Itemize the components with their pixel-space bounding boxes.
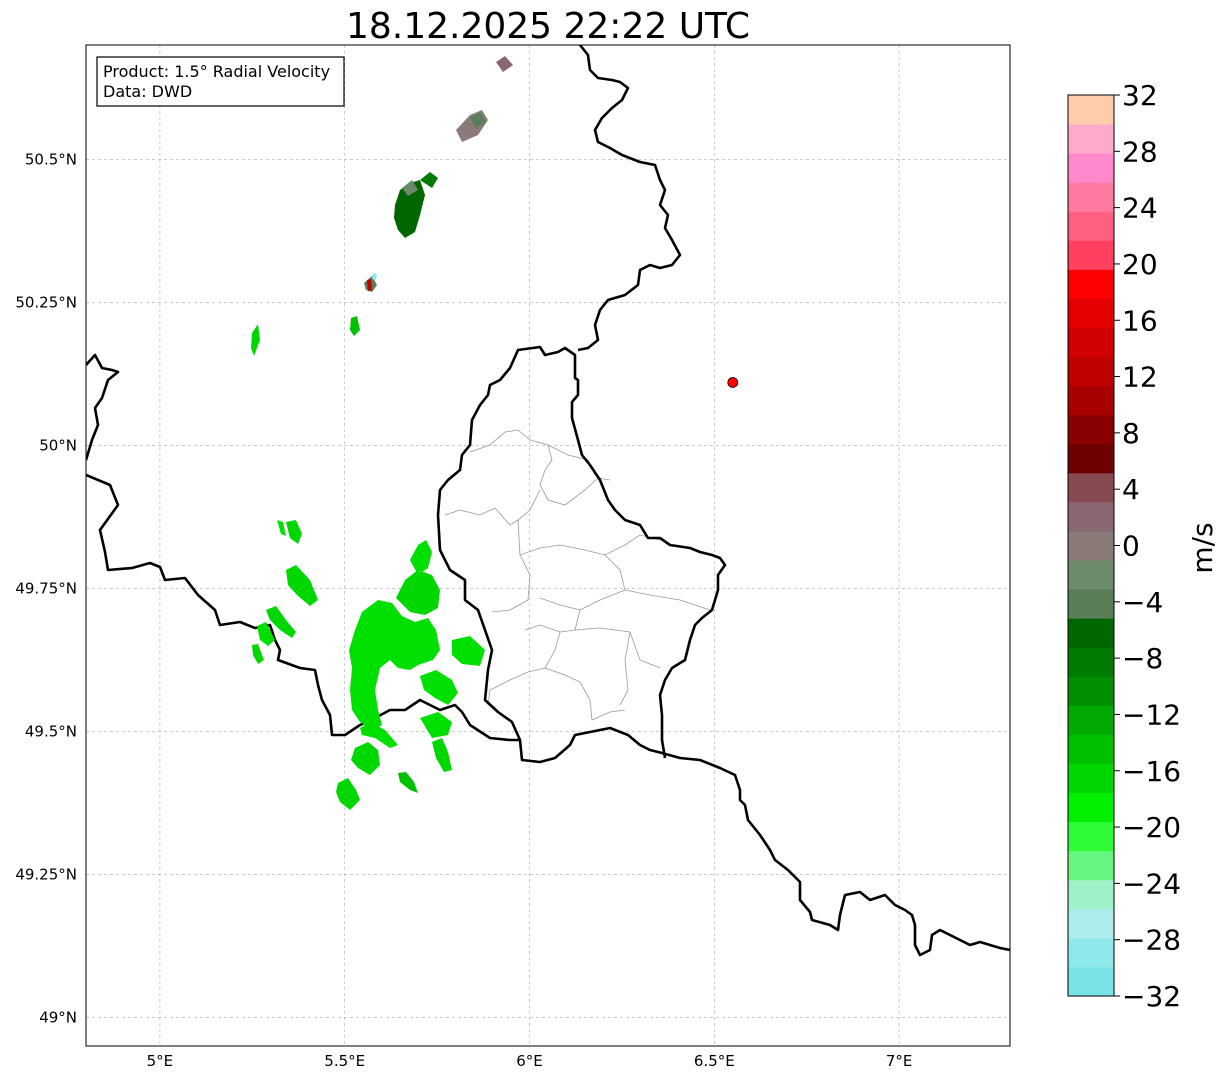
colorbar-segment — [1068, 443, 1114, 474]
colorbar-segment — [1068, 618, 1114, 648]
lat-tick-label: 50.5°N — [25, 150, 77, 168]
colorbar-segment — [1068, 908, 1114, 939]
colorbar-segment — [1068, 821, 1114, 852]
lat-tick-label: 49.25°N — [15, 865, 77, 883]
colorbar-segment — [1068, 240, 1114, 270]
colorbar-tick-label: 20 — [1122, 248, 1158, 281]
colorbar-segment — [1068, 327, 1114, 358]
colorbar-tick-label: 8 — [1122, 417, 1140, 450]
colorbar-tick-label: −12 — [1122, 698, 1181, 731]
map-area[interactable] — [85, 44, 1011, 1047]
lon-tick-label: 5.5°E — [324, 1052, 365, 1070]
colorbar-tick-label: 28 — [1122, 135, 1158, 168]
lat-tick-label: 49.5°N — [25, 722, 77, 740]
colorbar-segment — [1068, 530, 1114, 561]
colorbar-segment — [1068, 647, 1114, 677]
colorbar-tick-label: −32 — [1122, 980, 1181, 1013]
colorbar-unit-label: m/s — [1186, 522, 1219, 573]
radar-site[interactable] — [727, 377, 739, 388]
colorbar-tick-label: 12 — [1122, 361, 1158, 394]
map-background — [86, 45, 1010, 1046]
colorbar-segment — [1068, 501, 1114, 532]
colorbar-segment — [1068, 937, 1114, 968]
colorbar-tick-label: −8 — [1122, 642, 1163, 675]
colorbar-segment — [1068, 705, 1114, 735]
colorbar-segment — [1068, 589, 1114, 619]
lat-tick-label: 49°N — [39, 1008, 77, 1026]
colorbar-segment — [1068, 879, 1114, 910]
lat-tick-label: 49.75°N — [15, 579, 77, 597]
colorbar-tick-label: −20 — [1122, 811, 1181, 844]
colorbar-segment — [1068, 560, 1114, 590]
colorbar-segment — [1068, 182, 1114, 212]
map-title: 18.12.2025 22:22 UTC — [346, 6, 750, 47]
colorbar-segment — [1068, 356, 1114, 387]
colorbar-segment — [1068, 676, 1114, 706]
colorbar-segment — [1068, 211, 1114, 241]
colorbar: 32 28 24 20 16 12 8 4 0 −4 −8 −12 −16 −20 −24 −28 −32 — [1067, 79, 1181, 1013]
longitude-tick-labels: 5°E 5.5°E 6°E 6.5°E 7°E — [147, 1052, 913, 1070]
lon-tick-label: 5°E — [147, 1052, 174, 1070]
colorbar-segment — [1068, 734, 1114, 764]
colorbar-tick-label: 4 — [1122, 473, 1140, 506]
radar-map-figure: 18.12.2025 22:22 UTC Product: 1.5° Radia… — [0, 0, 1225, 1081]
colorbar-segment — [1068, 763, 1114, 794]
colorbar-segment — [1068, 414, 1114, 445]
colorbar-segment — [1068, 269, 1114, 299]
colorbar-tick-label: −28 — [1122, 924, 1181, 957]
latitude-tick-labels: 49°N 49.25°N 49.5°N 49.75°N 50°N 50.25°N 50.5°… — [15, 150, 77, 1026]
colorbar-tick-label: 24 — [1122, 192, 1158, 225]
colorbar-tick-label: 0 — [1122, 530, 1140, 563]
colorbar-segment — [1068, 792, 1114, 823]
colorbar-segment — [1068, 298, 1114, 329]
colorbar-segment — [1068, 124, 1114, 154]
info-product-text: Product: 1.5° Radial Velocity — [103, 62, 330, 81]
colorbar-tick-label: 32 — [1122, 79, 1158, 112]
info-data-text: Data: DWD — [103, 82, 192, 101]
lon-tick-label: 6°E — [516, 1052, 543, 1070]
colorbar-tick-label: 16 — [1122, 304, 1158, 337]
colorbar-segment — [1068, 153, 1114, 183]
colorbar-segment — [1068, 385, 1114, 416]
colorbar-segment — [1068, 95, 1114, 125]
colorbar-segment — [1068, 472, 1114, 503]
colorbar-segment — [1068, 966, 1114, 997]
lon-tick-label: 7°E — [886, 1052, 913, 1070]
colorbar-tick-label: −4 — [1122, 586, 1163, 619]
lat-tick-label: 50.25°N — [15, 293, 77, 311]
colorbar-tick-label: −16 — [1122, 755, 1181, 788]
lat-tick-label: 50°N — [39, 436, 77, 454]
lon-tick-label: 6.5°E — [694, 1052, 735, 1070]
colorbar-tick-label: −24 — [1122, 867, 1181, 900]
info-box: Product: 1.5° Radial Velocity Data: DWD — [96, 56, 345, 107]
figure-canvas: 18.12.2025 22:22 UTC Product: 1.5° Radia… — [15, 6, 1219, 1070]
colorbar-segment — [1068, 850, 1114, 881]
radar-site-marker[interactable] — [727, 377, 739, 388]
